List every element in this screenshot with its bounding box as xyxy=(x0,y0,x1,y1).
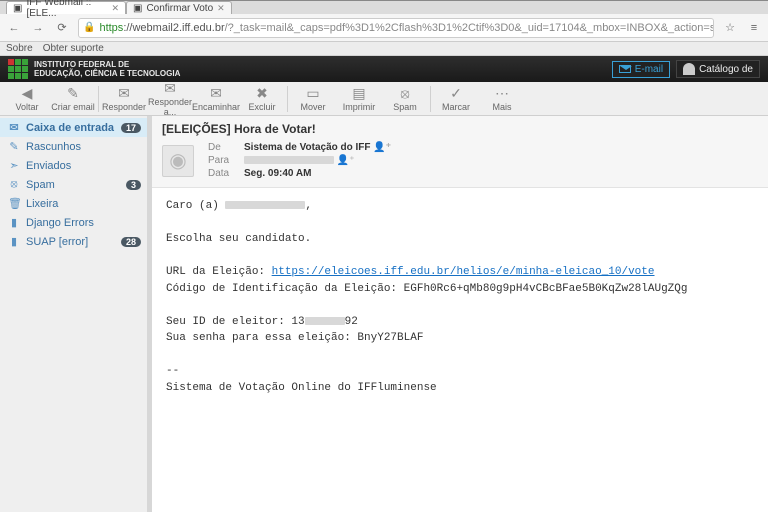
move-icon: ▭ xyxy=(306,86,319,101)
browser-tab-strip: ▣ IFF Webmail :: [ELE... ✕ ▣ Confirmar V… xyxy=(0,0,768,14)
drafts-icon: ✎ xyxy=(8,140,20,153)
delete-button[interactable]: ✖Excluir xyxy=(239,82,285,116)
folder-label: Spam xyxy=(26,179,55,191)
from-value: Sistema de Votação do IFF xyxy=(244,142,371,153)
folder-trash[interactable]: 🗑 Lixeira xyxy=(0,194,147,213)
folder-icon: ▮ xyxy=(8,235,20,248)
mail-toolbar: ◀Voltar ✎Criar email ✉Responder ✉Respond… xyxy=(0,82,768,116)
spam-icon: ⦻ xyxy=(400,86,409,101)
print-icon: ▤ xyxy=(352,86,365,101)
delete-icon: ✖ xyxy=(256,86,268,101)
address-bar[interactable]: 🔒 https://webmail2.iff.edu.br/?_task=mai… xyxy=(78,18,714,38)
bookmarks-bar: Sobre Obter suporte xyxy=(0,42,768,56)
browser-tab[interactable]: ▣ IFF Webmail :: [ELE... ✕ xyxy=(6,1,126,14)
close-icon[interactable]: ✕ xyxy=(217,3,225,14)
lock-icon: 🔒 xyxy=(83,22,95,33)
compose-icon: ✎ xyxy=(67,86,79,101)
unread-badge: 17 xyxy=(121,123,141,133)
sender-avatar: ◉ xyxy=(162,145,194,177)
tab-title: IFF Webmail :: [ELE... xyxy=(26,0,107,19)
move-button[interactable]: ▭Mover xyxy=(290,82,336,116)
folder-label: Caixa de entrada xyxy=(26,122,114,134)
bookmark-star-icon[interactable]: ☆ xyxy=(722,21,738,34)
back-icon: ◀ xyxy=(22,86,33,101)
folder-sidebar: ✉ Caixa de entrada 17 ✎ Rascunhos ➣ Enviados… xyxy=(0,116,148,512)
reply-button[interactable]: ✉Responder xyxy=(101,82,147,116)
unread-badge: 28 xyxy=(121,237,141,247)
date-value: Seg. 09:40 AM xyxy=(240,168,391,179)
redacted-name xyxy=(225,201,305,209)
menu-icon[interactable]: ≡ xyxy=(746,22,762,34)
redacted-voter-id xyxy=(305,317,345,325)
browser-toolbar: ← → ⟳ 🔒 https://webmail2.iff.edu.br/?_ta… xyxy=(0,14,768,42)
bookmark-link[interactable]: Obter suporte xyxy=(43,43,104,54)
mark-icon: ✓ xyxy=(450,86,462,101)
catalog-section-button[interactable]: Catálogo de xyxy=(676,60,760,78)
mark-button[interactable]: ✓Marcar xyxy=(433,82,479,116)
folder-django-errors[interactable]: ▮ Django Errors xyxy=(0,213,147,232)
url-path: /?_task=mail&_caps=pdf%3D1%2Cflash%3D1%2… xyxy=(225,22,714,34)
separator xyxy=(98,86,99,112)
date-label: Data xyxy=(208,168,238,179)
reply-all-icon: ✉ xyxy=(164,81,176,96)
url-scheme: https xyxy=(99,22,123,34)
folder-label: Enviados xyxy=(26,160,71,172)
folder-label: SUAP [error] xyxy=(26,236,88,248)
reply-icon: ✉ xyxy=(118,86,130,101)
to-label: Para xyxy=(208,155,238,166)
inbox-icon: ✉ xyxy=(8,121,20,134)
from-label: De xyxy=(208,142,238,153)
print-button[interactable]: ▤Imprimir xyxy=(336,82,382,116)
add-contact-icon[interactable]: 👤⁺ xyxy=(337,155,355,166)
folder-suap-error[interactable]: ▮ SUAP [error] 28 xyxy=(0,232,147,251)
envelope-icon xyxy=(619,65,631,73)
forward-button[interactable]: → xyxy=(30,22,46,34)
more-button[interactable]: ⋯Mais xyxy=(479,82,525,116)
forward-icon: ✉ xyxy=(210,86,222,101)
reply-all-button[interactable]: ✉Responder a... xyxy=(147,82,193,116)
more-icon: ⋯ xyxy=(495,86,509,101)
close-icon[interactable]: ✕ xyxy=(111,3,119,14)
compose-button[interactable]: ✎Criar email xyxy=(50,82,96,116)
back-button[interactable]: ← xyxy=(6,22,22,34)
add-contact-icon[interactable]: 👤⁺ xyxy=(373,142,391,153)
redacted-recipient xyxy=(244,156,334,164)
app-header: INSTITUTO FEDERAL DE EDUCAÇÃO, CIÊNCIA E… xyxy=(0,56,768,82)
reload-button[interactable]: ⟳ xyxy=(54,21,70,34)
message-header: [ELEIÇÕES] Hora de Votar! ◉ De Sistema de… xyxy=(152,116,768,188)
separator xyxy=(430,86,431,112)
bookmark-link[interactable]: Sobre xyxy=(6,43,33,54)
folder-label: Django Errors xyxy=(26,217,94,229)
message-body: Caro (a) , Escolha seu candidato. URL da… xyxy=(152,188,768,512)
url-host: ://webmail2.iff.edu.br xyxy=(123,22,224,34)
message-subject: [ELEIÇÕES] Hora de Votar! xyxy=(162,122,758,136)
folder-drafts[interactable]: ✎ Rascunhos xyxy=(0,137,147,156)
sent-icon: ➣ xyxy=(8,159,20,172)
institution-name: INSTITUTO FEDERAL DE EDUCAÇÃO, CIÊNCIA E… xyxy=(34,60,180,78)
tab-favicon: ▣ xyxy=(133,3,142,14)
message-pane: [ELEIÇÕES] Hora de Votar! ◉ De Sistema de… xyxy=(148,116,768,512)
browser-tab[interactable]: ▣ Confirmar Voto ✕ xyxy=(126,1,232,14)
folder-spam[interactable]: ⦻ Spam 3 xyxy=(0,175,147,194)
folder-icon: ▮ xyxy=(8,216,20,229)
unread-badge: 3 xyxy=(126,180,141,190)
tab-favicon: ▣ xyxy=(13,3,22,14)
tab-title: Confirmar Voto xyxy=(146,3,213,14)
election-url-link[interactable]: https://eleicoes.iff.edu.br/helios/e/min… xyxy=(272,266,655,278)
folder-sent[interactable]: ➣ Enviados xyxy=(0,156,147,175)
folder-label: Lixeira xyxy=(26,198,58,210)
spam-button[interactable]: ⦻Spam xyxy=(382,82,428,116)
spam-icon: ⦻ xyxy=(8,178,20,191)
trash-icon: 🗑 xyxy=(8,197,20,210)
institution-logo xyxy=(8,59,28,79)
back-button[interactable]: ◀Voltar xyxy=(4,82,50,116)
folder-inbox[interactable]: ✉ Caixa de entrada 17 xyxy=(0,118,147,137)
separator xyxy=(287,86,288,112)
folder-label: Rascunhos xyxy=(26,141,81,153)
person-icon xyxy=(683,63,695,75)
email-section-button[interactable]: E-mail xyxy=(612,61,670,78)
forward-button[interactable]: ✉Encaminhar xyxy=(193,82,239,116)
